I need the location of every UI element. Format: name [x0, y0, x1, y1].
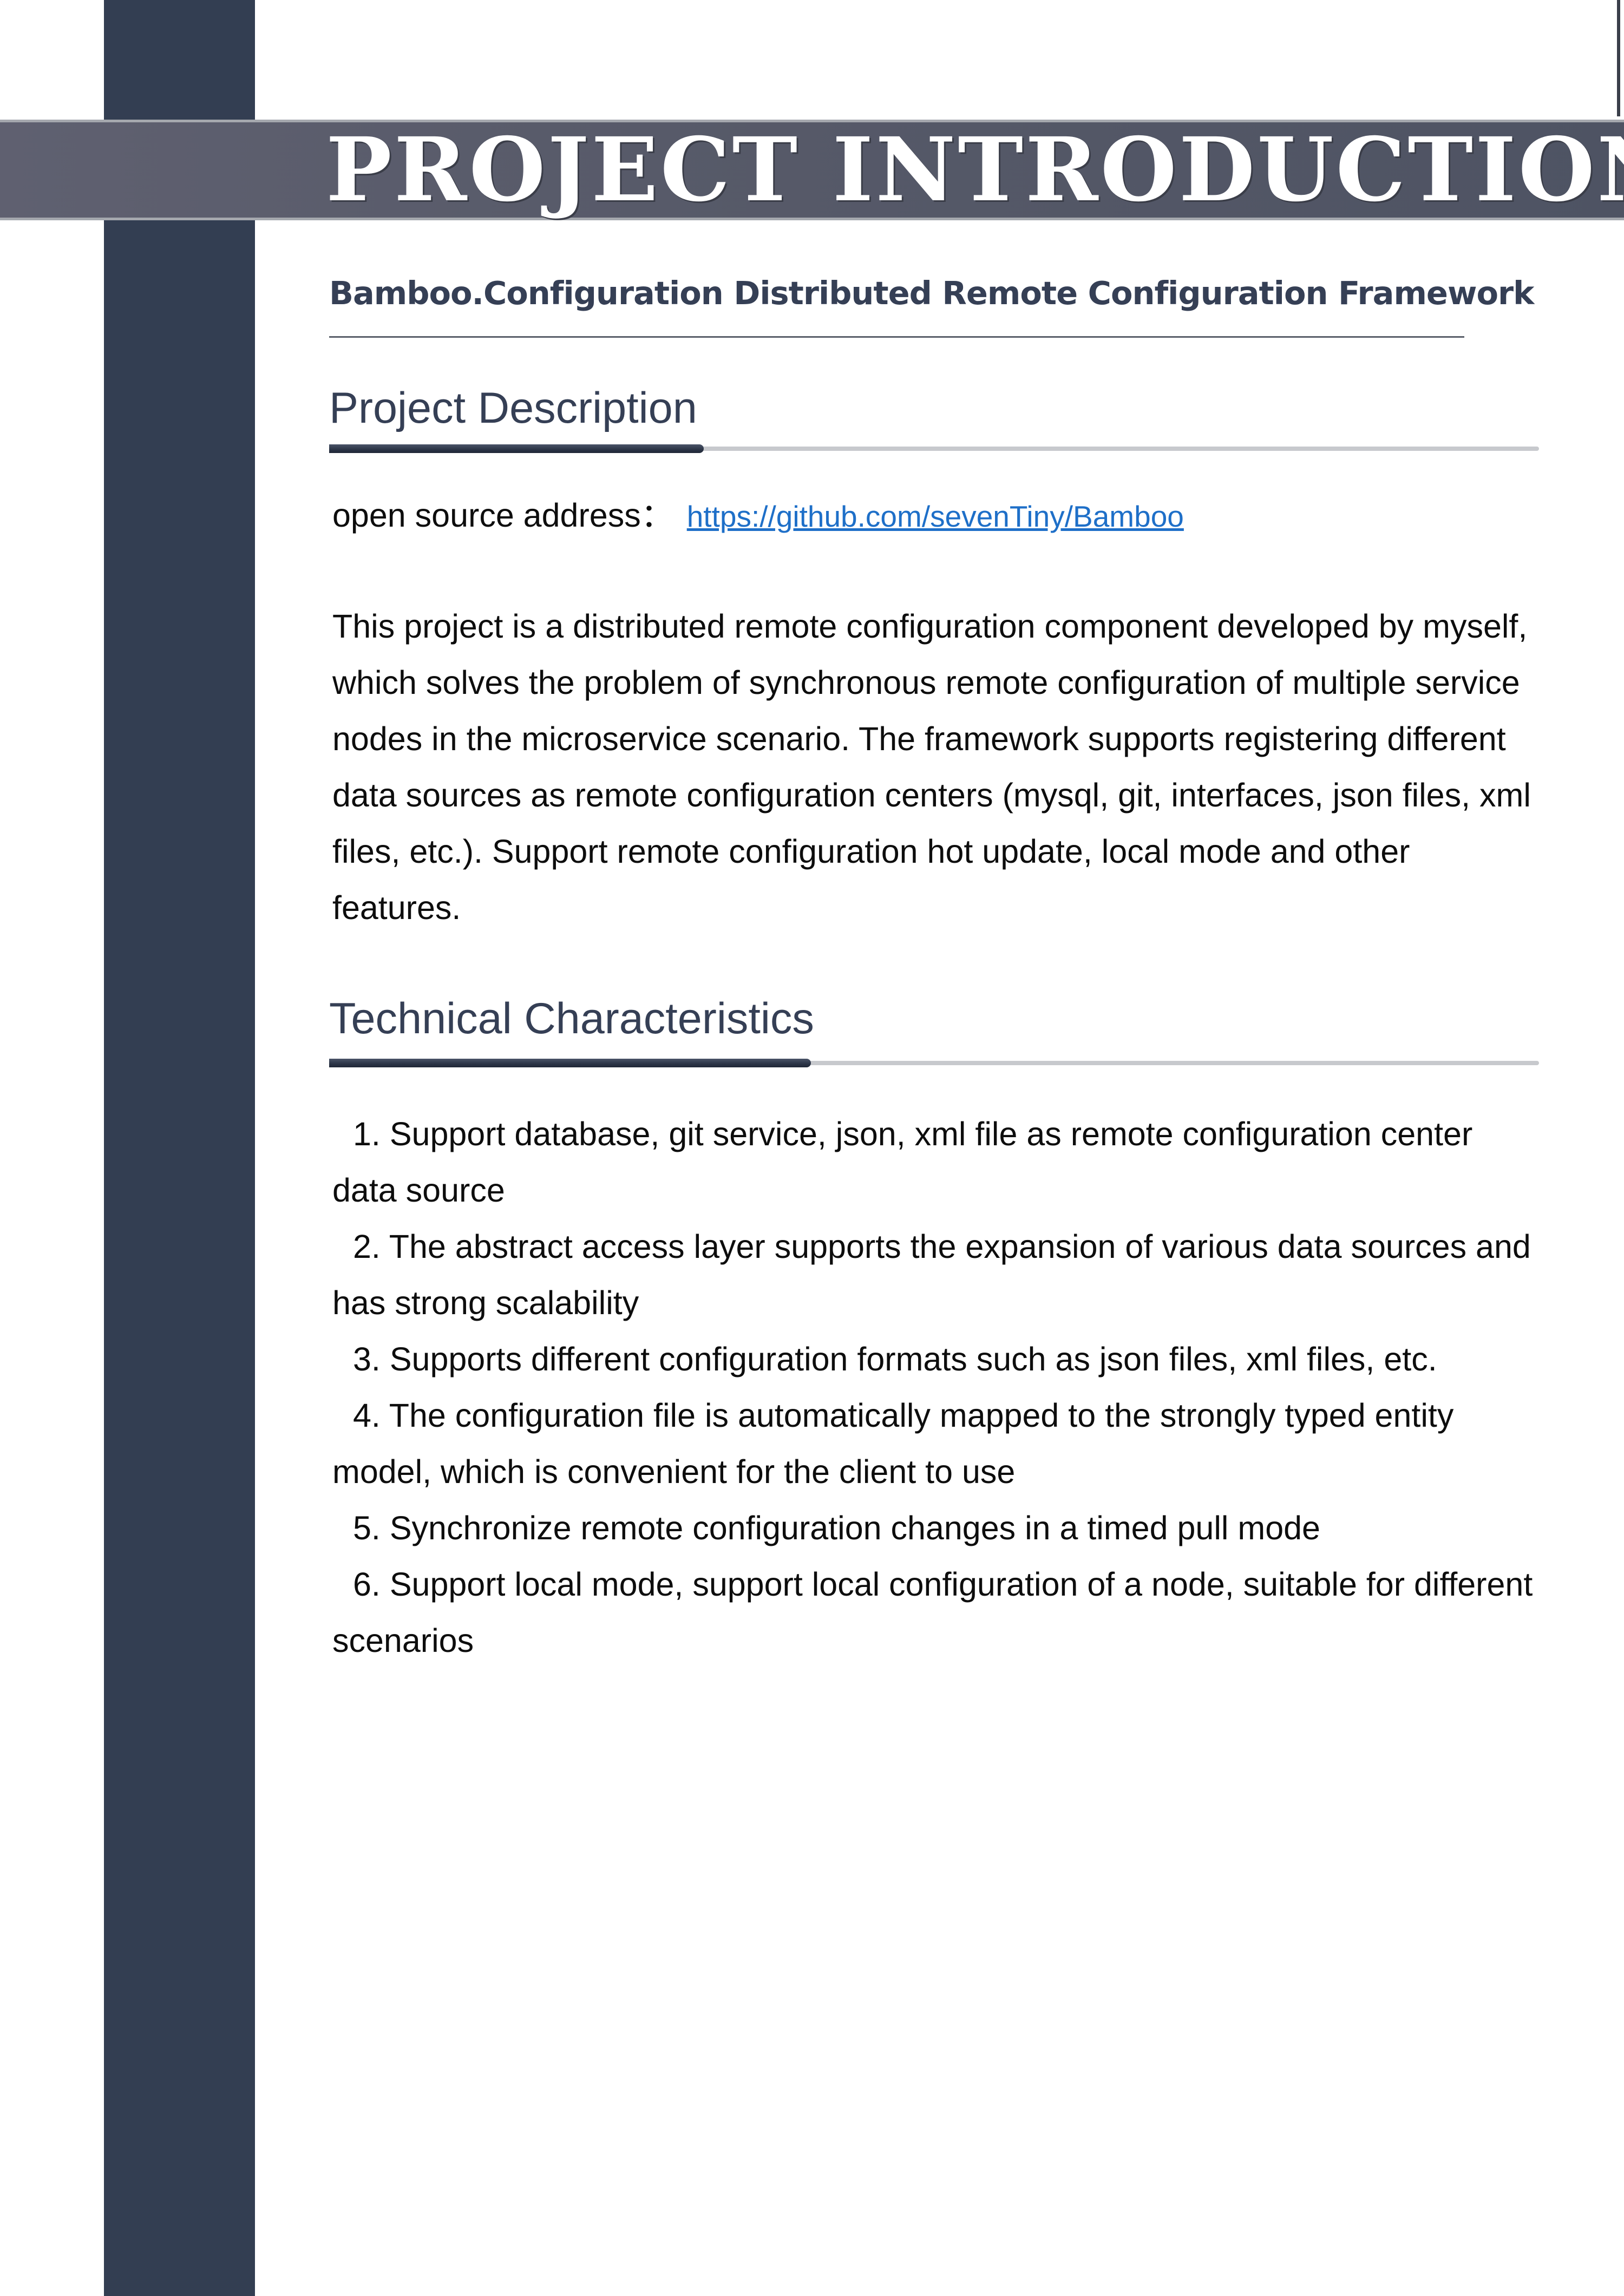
list-item-text: The configuration file is automatically … — [332, 1397, 1454, 1490]
page-title: PROJECT INTRODUCTION — [326, 119, 1624, 221]
document-subtitle: Bamboo.Configuration Distributed Remote … — [329, 274, 1534, 312]
project-description-paragraph: This project is a distributed remote con… — [332, 608, 1531, 926]
section-divider-accent — [329, 444, 704, 453]
list-item: 3. Supports different configuration form… — [332, 1331, 1540, 1387]
list-item-text: Support local mode, support local config… — [332, 1566, 1533, 1659]
list-item: 2. The abstract access layer supports th… — [332, 1218, 1540, 1331]
list-item-number: 2. — [353, 1228, 381, 1265]
list-item-number: 6. — [353, 1566, 381, 1603]
list-item-number: 1. — [353, 1116, 381, 1152]
subtitle-divider — [329, 336, 1464, 338]
left-sidebar-bar — [104, 0, 255, 2296]
section-heading-technical-characteristics: Technical Characteristics — [329, 994, 814, 1043]
feature-list: 1. Support database, git service, json, … — [332, 1106, 1540, 1669]
open-source-address-line: open source address： https://github.com/s… — [332, 487, 1184, 545]
list-item-number: 5. — [353, 1510, 381, 1546]
right-edge-bar — [1617, 0, 1620, 116]
list-item: 6. Support local mode, support local con… — [332, 1556, 1540, 1669]
list-item-number: 3. — [353, 1341, 381, 1377]
list-item-text: Synchronize remote configuration changes… — [389, 1510, 1320, 1546]
github-link[interactable]: https://github.com/sevenTiny/Bamboo — [687, 500, 1184, 533]
list-item: 4. The configuration file is automatical… — [332, 1387, 1540, 1500]
open-source-address-label: open source address： — [332, 497, 674, 534]
list-item: 5. Synchronize remote configuration chan… — [332, 1500, 1540, 1556]
list-item-text: Support database, git service, json, xml… — [332, 1116, 1473, 1209]
section-divider-accent — [329, 1059, 811, 1067]
list-item-text: Supports different configuration formats… — [389, 1341, 1437, 1377]
list-item-number: 4. — [353, 1397, 381, 1434]
list-item: 1. Support database, git service, json, … — [332, 1106, 1540, 1218]
section-heading-project-description: Project Description — [329, 384, 697, 432]
list-item-text: The abstract access layer supports the e… — [332, 1228, 1531, 1321]
